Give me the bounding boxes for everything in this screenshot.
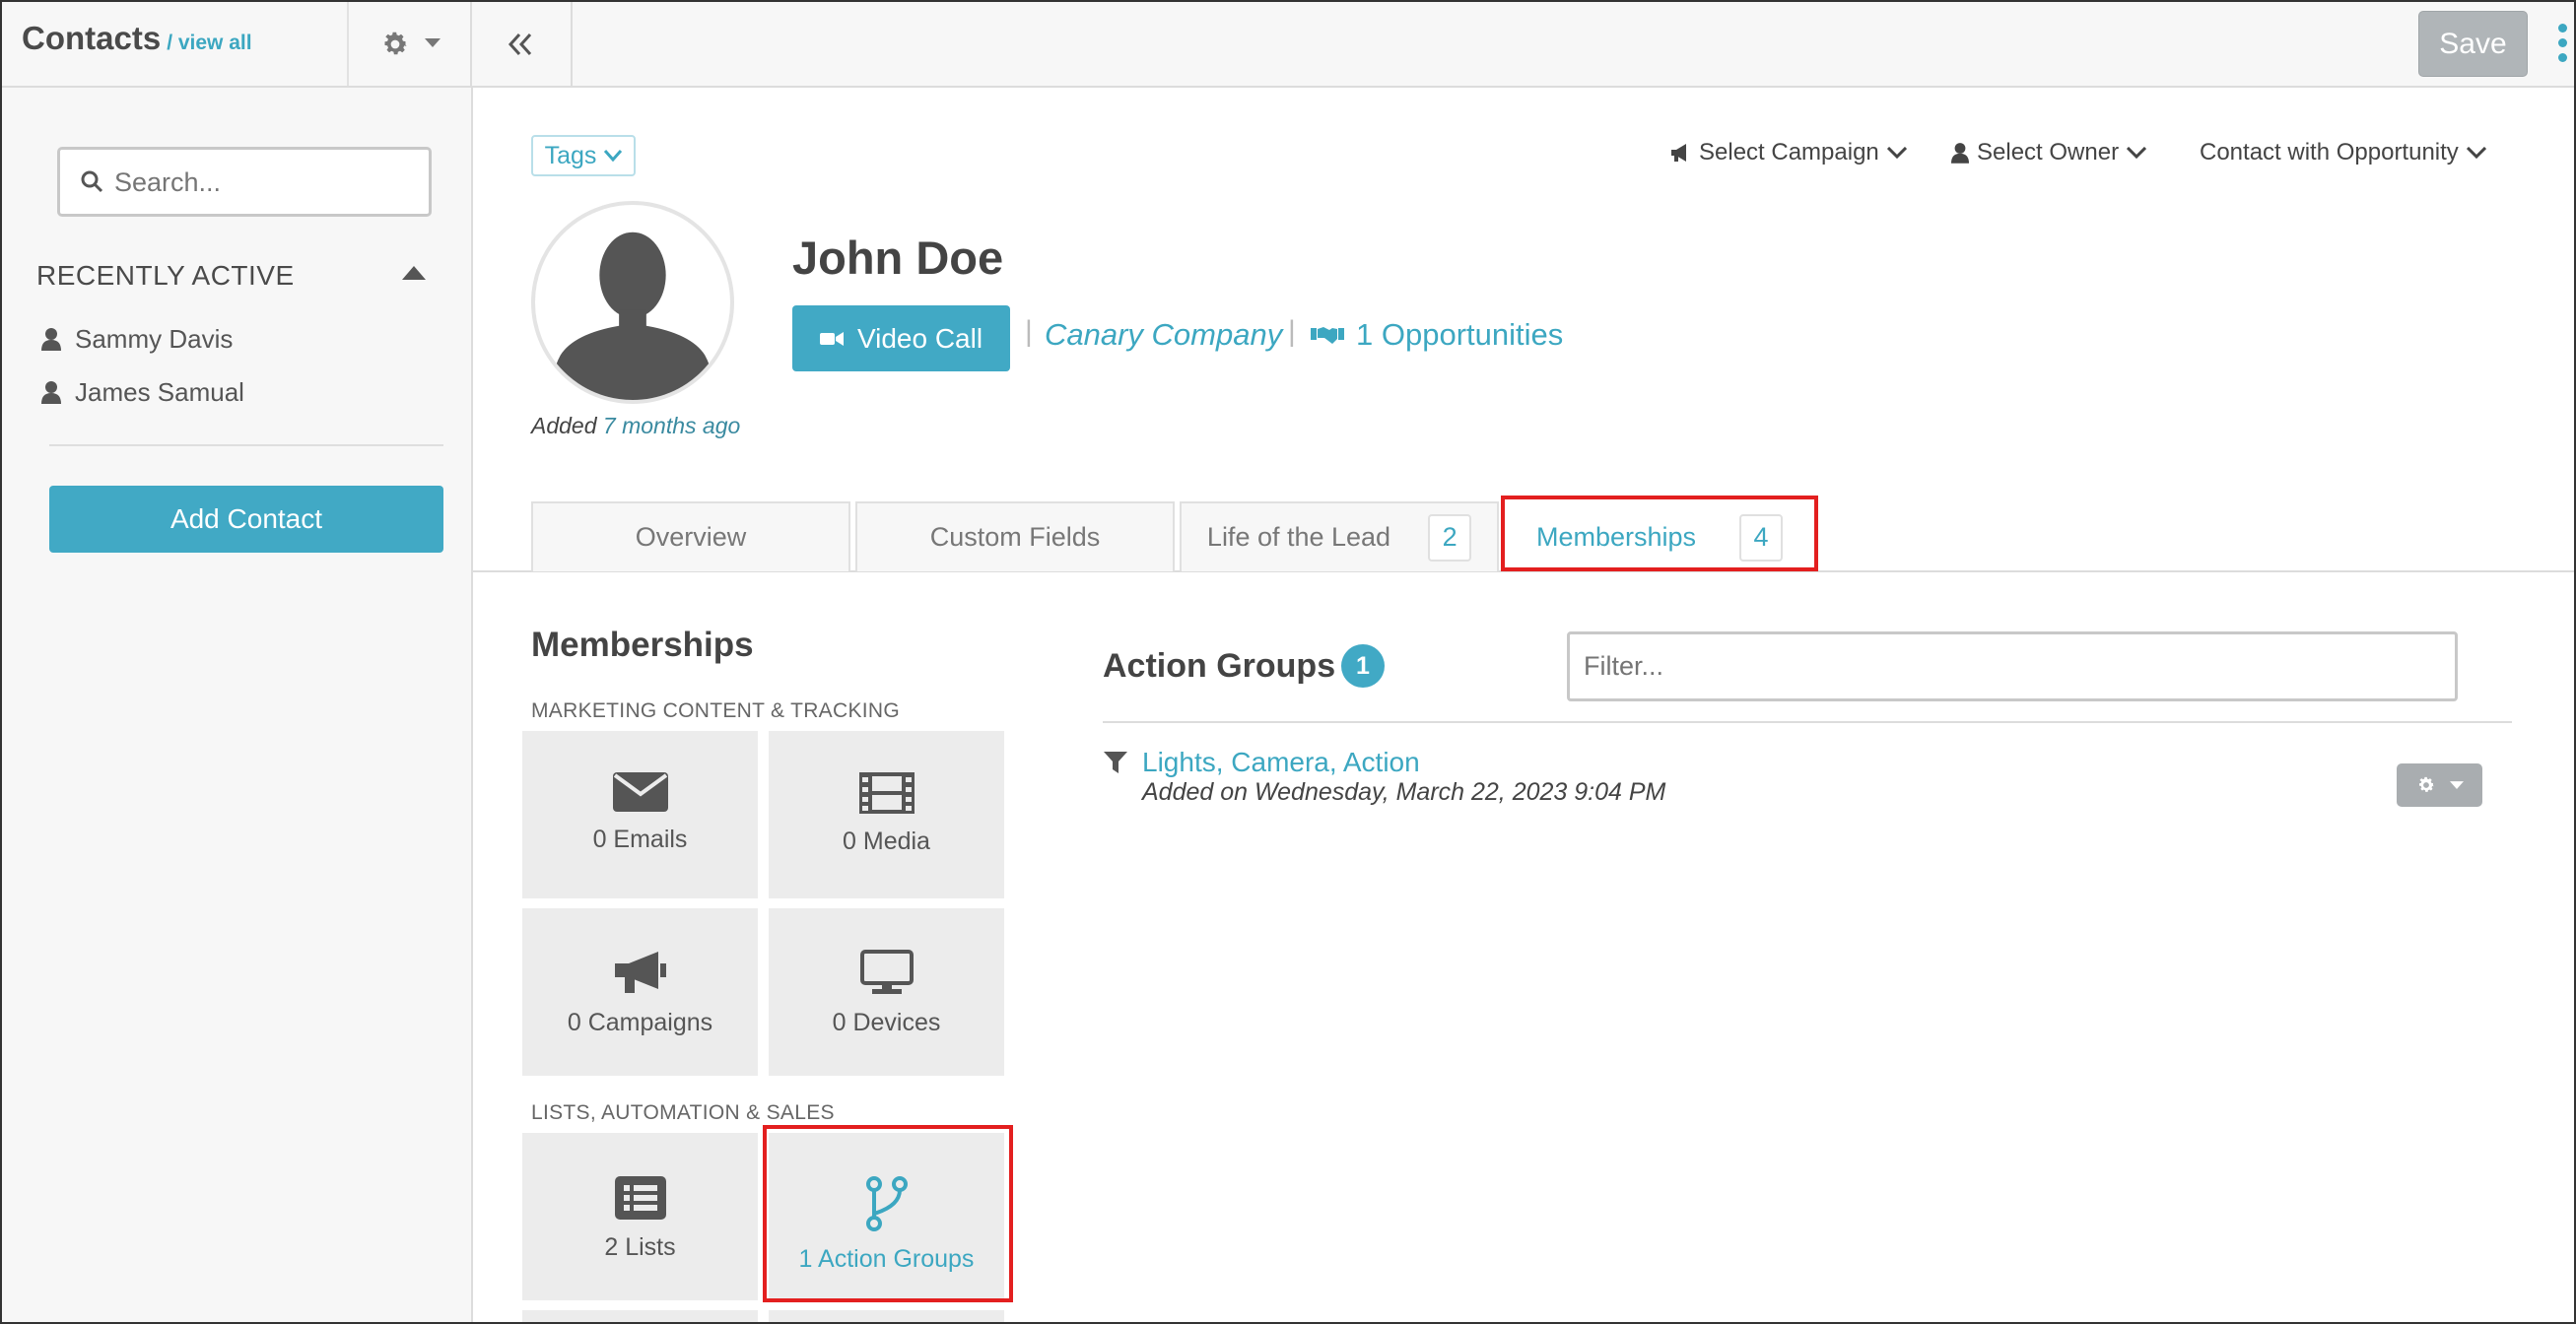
user-icon <box>1951 143 1969 164</box>
added-date: Added 7 months ago <box>531 413 740 439</box>
tab-custom-fields[interactable]: Custom Fields <box>855 501 1175 571</box>
top-bar: Contacts / view all Save <box>2 2 2574 88</box>
select-campaign-dropdown[interactable]: Select Campaign <box>1669 139 1907 166</box>
caret-down-icon <box>2449 780 2464 789</box>
search-icon <box>81 170 103 193</box>
section-label: MARKETING CONTENT & TRACKING <box>531 699 900 722</box>
video-call-label: Video Call <box>856 322 983 354</box>
action-group-added-date: Added on Wednesday, March 22, 2023 9:04 … <box>1142 778 1666 806</box>
tile-label: 0 Emails <box>592 826 688 853</box>
tab-count-badge: 2 <box>1428 513 1472 562</box>
tile-label: 1 Action Groups <box>798 1245 975 1273</box>
search-box <box>57 147 432 217</box>
divider <box>1103 721 2512 723</box>
separator: | <box>1288 315 1296 348</box>
page-title: Contacts / view all <box>22 20 252 57</box>
envelope-icon <box>612 772 668 812</box>
tile-label: 0 Media <box>843 828 930 855</box>
gear-icon <box>2418 776 2434 792</box>
opportunities-label: 1 Opportunities <box>1356 317 1564 352</box>
company-link[interactable]: Canary Company <box>1045 317 1282 353</box>
select-campaign-label: Select Campaign <box>1699 139 1879 166</box>
avatar[interactable] <box>531 201 734 404</box>
tab-label: Overview <box>635 522 747 552</box>
user-icon <box>41 328 61 351</box>
list-icon <box>614 1176 666 1220</box>
tile-label: 2 Lists <box>604 1233 676 1261</box>
more-tile[interactable] <box>769 1310 1004 1322</box>
tab-overview[interactable]: Overview <box>531 501 850 571</box>
settings-menu-button[interactable] <box>347 2 472 86</box>
megaphone-icon <box>614 952 666 993</box>
chevron-down-icon <box>2127 147 2147 159</box>
filter-input[interactable] <box>1567 631 2458 701</box>
film-icon <box>858 772 915 814</box>
opportunities-link[interactable]: 1 Opportunities <box>1311 317 1563 353</box>
devices-tile[interactable]: 0 Devices <box>769 908 1004 1076</box>
campaigns-tile[interactable]: 0 Campaigns <box>522 908 758 1076</box>
recent-contact-item[interactable]: Sammy Davis <box>41 324 233 355</box>
separator: | <box>1025 315 1033 348</box>
action-groups-title: Action Groups <box>1103 647 1336 685</box>
recent-contact-name: James Samual <box>75 377 244 407</box>
gear-icon <box>384 32 407 55</box>
page-title-text: Contacts <box>22 20 162 56</box>
section-label: LISTS, AUTOMATION & SALES <box>531 1101 835 1124</box>
view-all-link[interactable]: / view all <box>167 32 251 54</box>
search-input[interactable] <box>114 160 420 205</box>
tab-life-of-the-lead[interactable]: Life of the Lead 2 <box>1180 501 1499 571</box>
chevron-down-icon <box>2466 147 2486 159</box>
more-options-icon[interactable] <box>2558 24 2568 67</box>
video-call-button[interactable]: Video Call <box>792 305 1010 371</box>
contact-with-opportunity-dropdown[interactable]: Contact with Opportunity <box>2200 139 2486 166</box>
add-contact-button[interactable]: Add Contact <box>49 486 443 553</box>
recent-contact-item[interactable]: James Samual <box>41 377 244 408</box>
tab-memberships[interactable]: Memberships 4 <box>1504 501 1815 571</box>
chevron-down-icon <box>1886 147 1907 159</box>
tab-label: Custom Fields <box>929 522 1101 552</box>
collapse-sidebar-button[interactable] <box>472 2 573 86</box>
memberships-title: Memberships <box>531 626 754 664</box>
recent-contact-name: Sammy Davis <box>75 324 234 354</box>
video-camera-icon <box>819 331 844 346</box>
added-prefix: Added <box>531 413 597 438</box>
select-owner-label: Select Owner <box>1977 139 2120 166</box>
monitor-icon <box>859 950 914 994</box>
action-group-settings-button[interactable] <box>2397 763 2482 807</box>
action-groups-count-badge: 1 <box>1341 644 1385 688</box>
more-tile[interactable] <box>522 1310 758 1322</box>
tags-dropdown[interactable]: Tags <box>531 135 636 176</box>
caret-up-icon[interactable] <box>402 266 426 280</box>
handshake-icon <box>1311 327 1344 344</box>
tab-label: Memberships <box>1535 522 1697 552</box>
action-groups-tile[interactable]: 1 Action Groups <box>769 1133 1004 1300</box>
double-chevron-left-icon <box>508 33 532 56</box>
select-owner-dropdown[interactable]: Select Owner <box>1951 139 2147 166</box>
save-button[interactable]: Save <box>2418 11 2528 77</box>
chevron-down-icon <box>604 150 623 162</box>
filter-icon <box>1104 752 1127 773</box>
emails-tile[interactable]: 0 Emails <box>522 731 758 898</box>
tab-count-badge: 4 <box>1739 513 1784 562</box>
app-window: Contacts/ view all Save RECENTLY ACTIVE <box>0 0 2576 1324</box>
tab-label: Life of the Lead <box>1206 522 1391 552</box>
lists-tile[interactable]: 2 Lists <box>522 1133 758 1300</box>
tile-label: 0 Campaigns <box>567 1009 713 1036</box>
branch-icon <box>865 1176 908 1231</box>
bullhorn-icon <box>1671 144 1686 162</box>
divider <box>49 444 443 446</box>
tags-label: Tags <box>544 141 597 169</box>
media-tile[interactable]: 0 Media <box>769 731 1004 898</box>
caret-down-icon <box>425 38 441 47</box>
added-ago-link[interactable]: 7 months ago <box>603 413 740 438</box>
action-group-link[interactable]: Lights, Camera, Action <box>1142 747 1420 778</box>
avatar-silhouette-icon <box>550 232 715 400</box>
recently-active-header: RECENTLY ACTIVE <box>36 260 295 291</box>
contact-name: John Doe <box>792 232 1004 284</box>
sidebar: RECENTLY ACTIVE Sammy Davis James Samual… <box>2 88 473 1322</box>
contact-with-opportunity-label: Contact with Opportunity <box>2200 139 2459 166</box>
tile-label: 0 Devices <box>832 1009 941 1036</box>
user-icon <box>41 381 61 404</box>
